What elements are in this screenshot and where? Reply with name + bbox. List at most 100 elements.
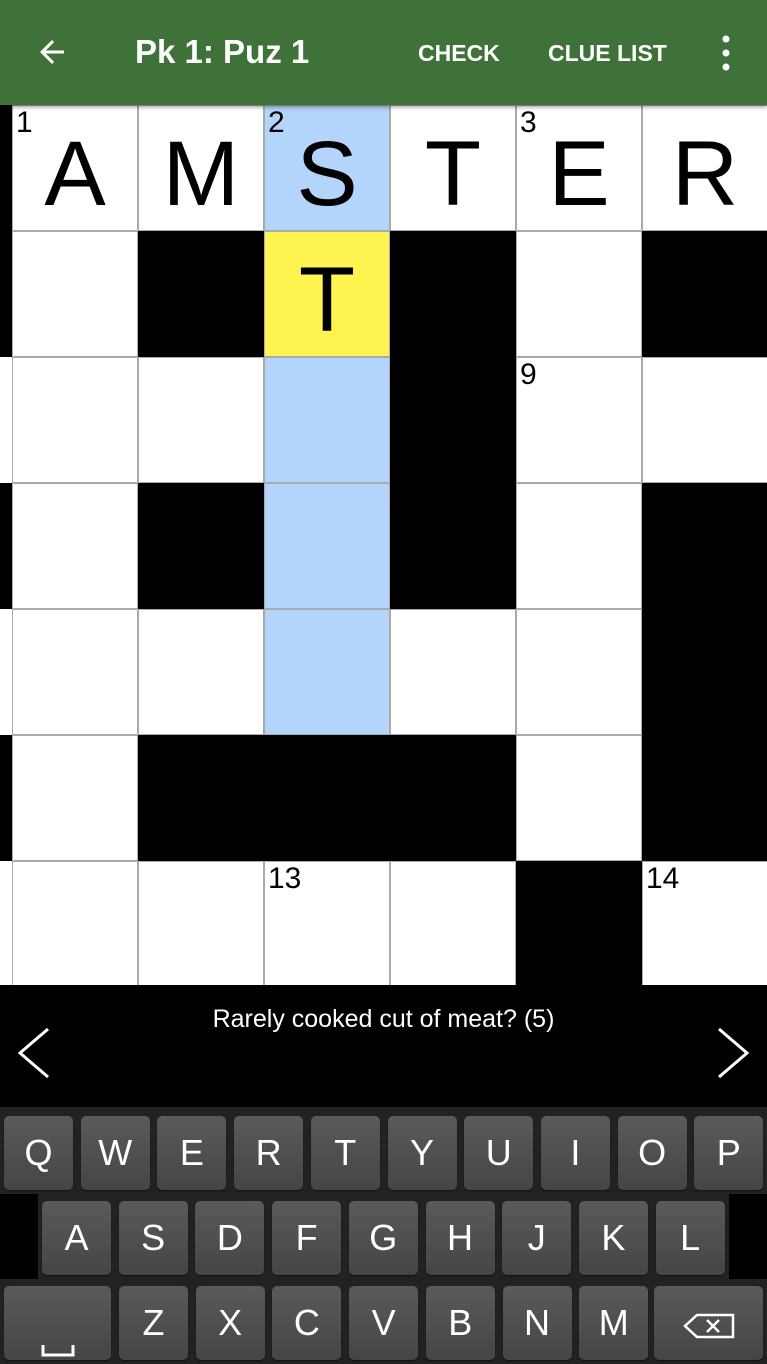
grid-cell[interactable] <box>264 357 390 483</box>
grid-cell[interactable] <box>264 483 390 609</box>
partial-cell <box>0 357 12 483</box>
grid-cell[interactable] <box>138 357 264 483</box>
app-bar: Pk 1: Puz 1 CHECK CLUE LIST <box>0 0 767 105</box>
cell-letter: A <box>44 123 106 225</box>
grid-cell[interactable] <box>12 357 138 483</box>
key-s[interactable]: S <box>118 1201 188 1275</box>
grid-cell[interactable]: R <box>642 105 767 231</box>
key-k[interactable]: K <box>578 1201 648 1275</box>
key-z[interactable]: Z <box>119 1286 188 1360</box>
grid-cell[interactable] <box>12 861 138 987</box>
grid-cell[interactable]: 3E <box>516 105 642 231</box>
key-a[interactable]: A <box>42 1201 111 1275</box>
crossword-grid[interactable]: 1AM2ST3ERT9131416 <box>0 105 767 997</box>
current-clue: Rarely cooked cut of meat? (5) <box>212 1005 555 1033</box>
cell-letter: M <box>162 123 240 225</box>
black-cell <box>138 483 264 609</box>
key-l[interactable]: L <box>655 1201 725 1275</box>
black-cell <box>138 735 264 861</box>
cell-letter: T <box>424 123 482 225</box>
grid-cell[interactable]: M <box>138 105 264 231</box>
black-cell <box>390 357 516 483</box>
grid-cell[interactable] <box>516 483 642 609</box>
key-t[interactable]: T <box>310 1116 380 1190</box>
grid-cell[interactable] <box>12 231 138 357</box>
cell-letter: R <box>671 123 739 225</box>
clue-number: 13 <box>268 862 302 895</box>
key-y[interactable]: Y <box>387 1116 457 1190</box>
black-cell <box>516 861 642 987</box>
black-cell <box>390 483 516 609</box>
key-n[interactable]: N <box>502 1286 572 1360</box>
more-options-icon[interactable] <box>716 34 736 72</box>
black-cell <box>642 735 767 861</box>
keyboard: QWERTYUIOP ASDFGHJKL ZXCVBNM <box>0 1107 767 1364</box>
key-x[interactable]: X <box>195 1286 265 1360</box>
space-icon <box>41 1345 74 1357</box>
grid-cell[interactable]: 9 <box>516 357 642 483</box>
grid-cell[interactable] <box>138 609 264 735</box>
grid-cell[interactable] <box>516 231 642 357</box>
key-j[interactable]: J <box>502 1201 572 1275</box>
key-o[interactable]: O <box>617 1116 687 1190</box>
grid-cell[interactable]: 13 <box>264 861 390 987</box>
check-button[interactable]: CHECK <box>418 40 500 67</box>
clue-number: 14 <box>646 862 680 895</box>
partial-cell <box>0 105 12 231</box>
grid-cell[interactable] <box>516 609 642 735</box>
back-arrow-icon[interactable] <box>34 34 70 70</box>
black-cell <box>264 735 390 861</box>
key-p[interactable]: P <box>694 1116 764 1190</box>
key-w[interactable]: W <box>80 1116 150 1190</box>
grid-cell[interactable] <box>390 861 516 987</box>
key-h[interactable]: H <box>425 1201 495 1275</box>
black-cell <box>642 483 767 609</box>
key-u[interactable]: U <box>464 1116 534 1190</box>
clue-list-button[interactable]: CLUE LIST <box>548 40 667 67</box>
grid-cell[interactable]: T <box>264 231 390 357</box>
key-i[interactable]: I <box>540 1116 610 1190</box>
previous-clue-icon[interactable] <box>16 1027 52 1079</box>
backspace-key[interactable] <box>654 1286 763 1360</box>
grid-cell[interactable]: 2S <box>264 105 390 231</box>
partial-cell <box>0 861 12 987</box>
grid-cell[interactable] <box>516 735 642 861</box>
black-cell <box>138 231 264 357</box>
key-q[interactable]: Q <box>4 1116 73 1190</box>
cell-letter: T <box>298 249 356 351</box>
black-cell <box>390 231 516 357</box>
black-cell <box>642 231 767 357</box>
next-clue-icon[interactable] <box>715 1027 751 1079</box>
page-title: Pk 1: Puz 1 <box>135 33 310 70</box>
grid-cell[interactable] <box>390 609 516 735</box>
grid-cell[interactable]: T <box>390 105 516 231</box>
grid-cell[interactable] <box>138 861 264 987</box>
grid-cell[interactable] <box>12 609 138 735</box>
grid-cell[interactable] <box>264 609 390 735</box>
cell-letter: S <box>296 123 358 225</box>
key-m[interactable]: M <box>579 1286 649 1360</box>
grid-cell[interactable]: 14 <box>642 861 767 987</box>
key-v[interactable]: V <box>349 1286 419 1360</box>
partial-cell <box>0 483 12 609</box>
key-b[interactable]: B <box>425 1286 495 1360</box>
partial-cell <box>0 231 12 357</box>
partial-cell <box>0 609 12 735</box>
grid-cell[interactable] <box>12 483 138 609</box>
key-d[interactable]: D <box>195 1201 265 1275</box>
key-r[interactable]: R <box>234 1116 304 1190</box>
cell-letter: E <box>548 123 610 225</box>
clue-bar: Rarely cooked cut of meat? (5) <box>0 985 767 1107</box>
space-key[interactable] <box>4 1286 111 1360</box>
grid-cell[interactable]: 1A <box>12 105 138 231</box>
black-cell <box>642 609 767 735</box>
grid-cell[interactable] <box>642 357 767 483</box>
clue-number: 9 <box>520 358 537 391</box>
key-e[interactable]: E <box>157 1116 227 1190</box>
partial-cell <box>0 735 12 861</box>
black-cell <box>390 735 516 861</box>
grid-cell[interactable] <box>12 735 138 861</box>
key-c[interactable]: C <box>272 1286 342 1360</box>
key-f[interactable]: F <box>272 1201 342 1275</box>
key-g[interactable]: G <box>348 1201 418 1275</box>
